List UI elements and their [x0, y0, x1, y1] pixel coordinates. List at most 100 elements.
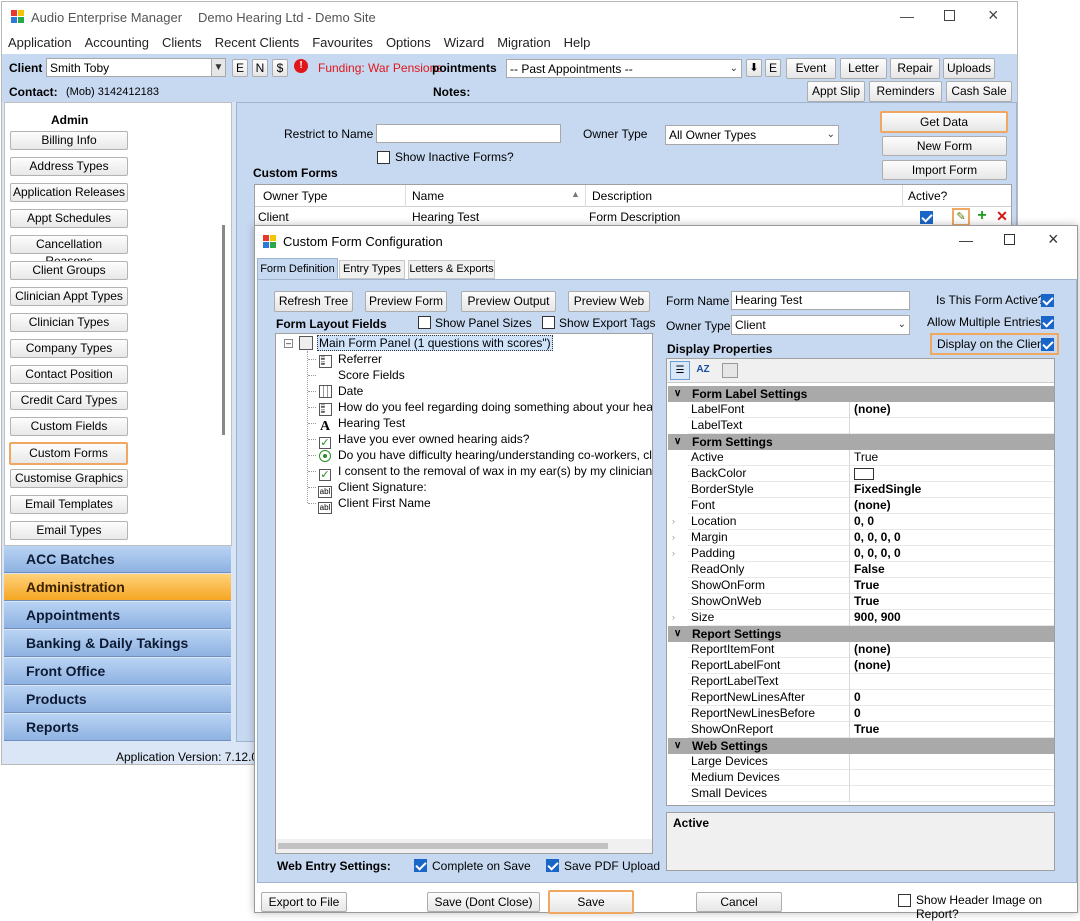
- show-export-tags-checkbox[interactable]: [542, 316, 555, 329]
- tree-item[interactable]: Do you have difficulty hearing/understan…: [318, 447, 652, 464]
- sidebar-item-credit-card-types[interactable]: Credit Card Types: [10, 391, 128, 410]
- menu-options[interactable]: Options: [386, 35, 431, 50]
- category-front-office[interactable]: Front Office: [4, 658, 231, 685]
- cash-sale-button[interactable]: Cash Sale: [946, 81, 1012, 102]
- category-reports[interactable]: Reports: [4, 714, 231, 741]
- property-row-borderstyle[interactable]: BorderStyle FixedSingle: [688, 482, 1054, 498]
- get-data-button[interactable]: Get Data: [880, 111, 1008, 133]
- menu-help[interactable]: Help: [564, 35, 591, 50]
- property-row-showonreport[interactable]: ShowOnReport True: [688, 722, 1054, 738]
- property-category-web-settings[interactable]: ∨ Web Settings: [668, 738, 1054, 754]
- col-active[interactable]: Active?: [908, 189, 947, 203]
- sidebar-scrollbar[interactable]: [222, 225, 225, 435]
- client-select[interactable]: Smith Toby ▼: [46, 58, 226, 77]
- tree-item[interactable]: Score Fields: [318, 367, 405, 383]
- category-banking-daily-takings[interactable]: Banking & Daily Takings: [4, 630, 231, 657]
- property-row-font[interactable]: Font (none): [688, 498, 1054, 514]
- property-row-showonform[interactable]: ShowOnForm True: [688, 578, 1054, 594]
- refresh-tree-button[interactable]: Refresh Tree: [274, 291, 353, 312]
- property-row-reportlabeltext[interactable]: ReportLabelText: [688, 674, 1054, 690]
- restrict-input[interactable]: [376, 124, 561, 143]
- cancel-button[interactable]: Cancel: [696, 892, 782, 912]
- delete-icon[interactable]: ✕: [994, 209, 1010, 225]
- expand-icon[interactable]: ›: [672, 516, 675, 526]
- sidebar-item-clinician-appt-types[interactable]: Clinician Appt Types: [10, 287, 128, 306]
- show-inactive-checkbox[interactable]: [377, 151, 390, 164]
- sidebar-item-application-releases[interactable]: Application Releases: [10, 183, 128, 202]
- menu-wizard[interactable]: Wizard: [444, 35, 484, 50]
- owner-type-select-dlg[interactable]: Client ⌄: [731, 315, 910, 335]
- sidebar-item-email-templates[interactable]: Email Templates: [10, 495, 128, 514]
- maximize-icon[interactable]: [944, 10, 955, 21]
- property-row-reportlabelfont[interactable]: ReportLabelFont (none): [688, 658, 1054, 674]
- property-row-backcolor[interactable]: BackColor: [688, 466, 1054, 482]
- owner-type-select[interactable]: All Owner Types ⌄: [665, 125, 839, 145]
- menu-recent-clients[interactable]: Recent Clients: [215, 35, 300, 50]
- sidebar-item-customise-graphics[interactable]: Customise Graphics: [10, 469, 128, 488]
- event-button[interactable]: Event: [786, 58, 836, 79]
- preview-form-button[interactable]: Preview Form: [365, 291, 447, 312]
- sidebar-item-cancellation-reasons[interactable]: Cancellation Reasons: [10, 235, 128, 268]
- tab-form-definition[interactable]: Form Definition: [257, 258, 338, 280]
- category-acc-batches[interactable]: ACC Batches: [4, 546, 231, 573]
- property-category-form-settings[interactable]: ∨ Form Settings: [668, 434, 1054, 450]
- layout-tree[interactable]: – Main Form Panel (1 questions with scor…: [275, 333, 653, 854]
- property-row-padding[interactable]: Padding 0, 0, 0, 0: [688, 546, 1054, 562]
- property-row-location[interactable]: Location 0, 0: [688, 514, 1054, 530]
- property-row-size[interactable]: Size 900, 900: [688, 610, 1054, 626]
- sidebar-item-appt-schedules[interactable]: Appt Schedules: [10, 209, 128, 228]
- letter-button[interactable]: Letter: [840, 58, 887, 79]
- copy-add-icon[interactable]: +: [974, 208, 990, 225]
- sidebar-item-contact-position[interactable]: Contact Position: [10, 365, 128, 384]
- save-button[interactable]: Save: [548, 890, 634, 914]
- property-row-small-devices[interactable]: Small Devices: [688, 786, 1054, 802]
- property-row-reportitemfont[interactable]: ReportItemFont (none): [688, 642, 1054, 658]
- expand-icon[interactable]: ›: [672, 532, 675, 542]
- property-row-reportnewlinesbefore[interactable]: ReportNewLinesBefore 0: [688, 706, 1054, 722]
- property-row-labelfont[interactable]: LabelFont (none): [688, 402, 1054, 418]
- sidebar-item-company-types[interactable]: Company Types: [10, 339, 128, 358]
- menu-favourites[interactable]: Favourites: [312, 35, 373, 50]
- collapse-icon[interactable]: –: [284, 339, 293, 348]
- show-panel-sizes-checkbox[interactable]: [418, 316, 431, 329]
- menu-accounting[interactable]: Accounting: [85, 35, 149, 50]
- sidebar-item-email-types[interactable]: Email Types: [10, 521, 128, 540]
- show-header-image-checkbox[interactable]: [898, 894, 911, 907]
- download-button[interactable]: ⬇: [746, 59, 762, 77]
- tree-item[interactable]: Date: [318, 383, 363, 399]
- appt-slip-button[interactable]: Appt Slip: [807, 81, 865, 102]
- close-icon[interactable]: ×: [1048, 229, 1059, 250]
- property-row-readonly[interactable]: ReadOnly False: [688, 562, 1054, 578]
- tab-letters-exports[interactable]: Letters & Exports: [408, 260, 495, 279]
- tree-item[interactable]: abl Client First Name: [318, 495, 431, 515]
- new-form-button[interactable]: New Form: [882, 136, 1007, 156]
- alphabetical-icon[interactable]: AZ: [693, 361, 713, 380]
- repair-button[interactable]: Repair: [890, 58, 940, 79]
- categorized-icon[interactable]: ☰: [670, 361, 690, 380]
- property-row-margin[interactable]: Margin 0, 0, 0, 0: [688, 530, 1054, 546]
- property-pages-icon[interactable]: [722, 363, 738, 378]
- preview-output-button[interactable]: Preview Output: [461, 291, 556, 312]
- property-category-report-settings[interactable]: ∨ Report Settings: [668, 626, 1054, 642]
- export-to-file-button[interactable]: Export to File: [261, 892, 347, 912]
- minimize-icon[interactable]: —: [959, 232, 973, 248]
- close-icon[interactable]: ×: [988, 5, 999, 26]
- property-row-labeltext[interactable]: LabelText: [688, 418, 1054, 434]
- property-category-form-label-settings[interactable]: ∨ Form Label Settings: [668, 386, 1054, 402]
- allow-multiple-checkbox[interactable]: [1041, 316, 1054, 329]
- client-n-button[interactable]: N: [252, 59, 268, 77]
- category-administration[interactable]: Administration: [4, 574, 231, 601]
- display-on-client-checkbox[interactable]: [1041, 338, 1054, 351]
- col-name[interactable]: Name: [412, 189, 444, 203]
- menu-migration[interactable]: Migration: [497, 35, 550, 50]
- complete-on-save-checkbox[interactable]: [414, 859, 427, 872]
- save-pdf-upload-checkbox[interactable]: [546, 859, 559, 872]
- col-owner-type[interactable]: Owner Type: [263, 189, 327, 203]
- category-products[interactable]: Products: [4, 686, 231, 713]
- tree-root[interactable]: Main Form Panel (1 questions with scores…: [317, 335, 553, 351]
- reminders-button[interactable]: Reminders: [869, 81, 942, 102]
- save-dont-close-button[interactable]: Save (Dont Close): [427, 892, 540, 912]
- sidebar-item-custom-forms[interactable]: Custom Forms: [9, 442, 128, 465]
- form-name-input[interactable]: Hearing Test: [731, 291, 910, 310]
- row-active-checkbox[interactable]: [920, 211, 933, 224]
